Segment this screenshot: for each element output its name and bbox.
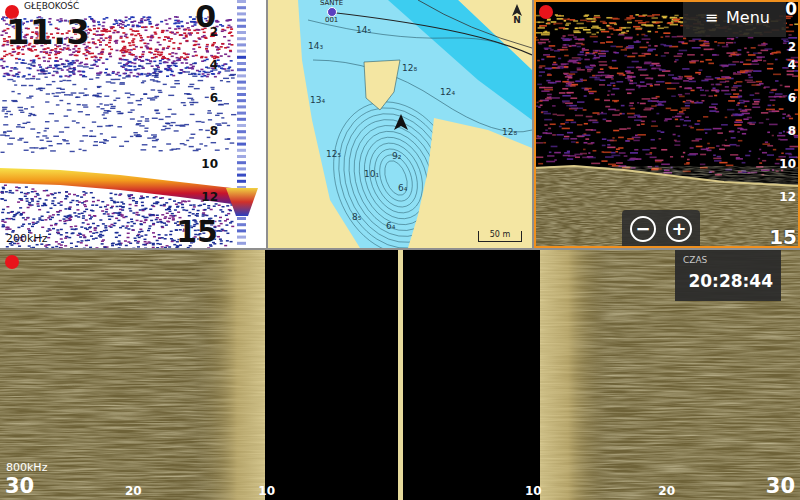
depth-tick: 12 xyxy=(779,192,796,205)
range-tick: 30 xyxy=(766,475,795,498)
depth-sounding: 9₂ xyxy=(392,152,401,162)
depth-tick: 4 xyxy=(788,60,796,73)
depth-label: GŁĘBOKOŚĆ xyxy=(24,2,79,12)
waypoint-dot xyxy=(327,7,337,17)
depth-sounding: 14₅ xyxy=(356,26,371,36)
depth-tick: 2 xyxy=(788,41,796,54)
depth-tick: 8 xyxy=(788,126,796,139)
nautical-chart[interactable] xyxy=(268,0,532,248)
depth-reading: 11.3 xyxy=(6,14,90,51)
range-bottom: 15 xyxy=(769,226,797,248)
zoom-controls: −+ xyxy=(622,210,700,248)
waypoint[interactable]: SANTE001 xyxy=(320,0,343,25)
depth-sounding: 8₅ xyxy=(352,213,361,223)
range-tick: 10 xyxy=(258,485,275,498)
recording-dot xyxy=(5,255,19,269)
depth-tick: 10 xyxy=(779,159,796,172)
range-tick: 30 xyxy=(5,475,34,498)
depth-tick: 2 xyxy=(210,26,218,39)
depth-sounding: 10₁ xyxy=(364,170,379,180)
boat-arrow-icon xyxy=(394,114,408,130)
range-tick: 10 xyxy=(525,485,542,498)
north-indicator: N xyxy=(512,4,522,25)
time-label: CZAS xyxy=(683,256,773,266)
sonar-panel[interactable]: GŁĘBOKOŚĆ11.302468101215200kHz xyxy=(0,0,266,248)
depth-tick: 6 xyxy=(788,93,796,106)
scale-bar: 50 m xyxy=(478,231,522,242)
downscan-panel[interactable]: ≡Menu0 2 4 6 8 10 12 15 −+ xyxy=(534,0,800,248)
depth-sounding: 12₅ xyxy=(326,150,341,160)
depth-sounding: 6₄ xyxy=(386,222,395,232)
frequency-label: 800kHz xyxy=(6,462,47,474)
range-top: 0 xyxy=(785,0,797,19)
depth-tick: 4 xyxy=(210,60,218,73)
frequency-label: 200kHz xyxy=(6,233,47,245)
fishfinder-screen: GŁĘBOKOŚĆ 11.3 0 2 4 6 8 10 12 15 200kHz SANTE001 14… xyxy=(0,0,800,500)
menu-icon: ≡ xyxy=(705,8,718,27)
range-tick: 20 xyxy=(658,485,675,498)
top-row: GŁĘBOKOŚĆ 11.3 0 2 4 6 8 10 12 15 200kHz SANTE001 14… xyxy=(0,0,800,248)
time-box: CZAS 20:28:44 xyxy=(675,250,781,301)
zoom-in-button[interactable]: + xyxy=(666,216,692,242)
range-tick: 20 xyxy=(125,485,142,498)
depth-sounding: 6₄ xyxy=(398,184,407,194)
range-bottom: 15 xyxy=(176,215,218,248)
north-arrow-icon xyxy=(512,4,522,16)
menu-button[interactable]: ≡Menu xyxy=(683,0,786,37)
chart-panel[interactable]: SANTE001 14₃ 14₅ 13₄ 12₅ 12₈ 12₄ 12₈ 9₂ 10₁ 6₄ 8₅ 6₄… xyxy=(268,0,532,248)
time-value: 20:28:44 xyxy=(683,272,773,291)
depth-tick: 8 xyxy=(210,126,218,139)
depth-sounding: 12₈ xyxy=(402,64,417,74)
depth-tick: 12 xyxy=(201,192,218,205)
zoom-out-button[interactable]: − xyxy=(630,216,656,242)
depth-sounding: 13₄ xyxy=(310,96,325,106)
recording-dot xyxy=(539,5,553,19)
depth-sounding: 12₈ xyxy=(502,128,517,138)
depth-sounding: 12₄ xyxy=(440,88,455,98)
depth-tick: 10 xyxy=(201,159,218,172)
depth-sounding: 14₃ xyxy=(308,42,323,52)
depth-tick: 6 xyxy=(210,93,218,106)
